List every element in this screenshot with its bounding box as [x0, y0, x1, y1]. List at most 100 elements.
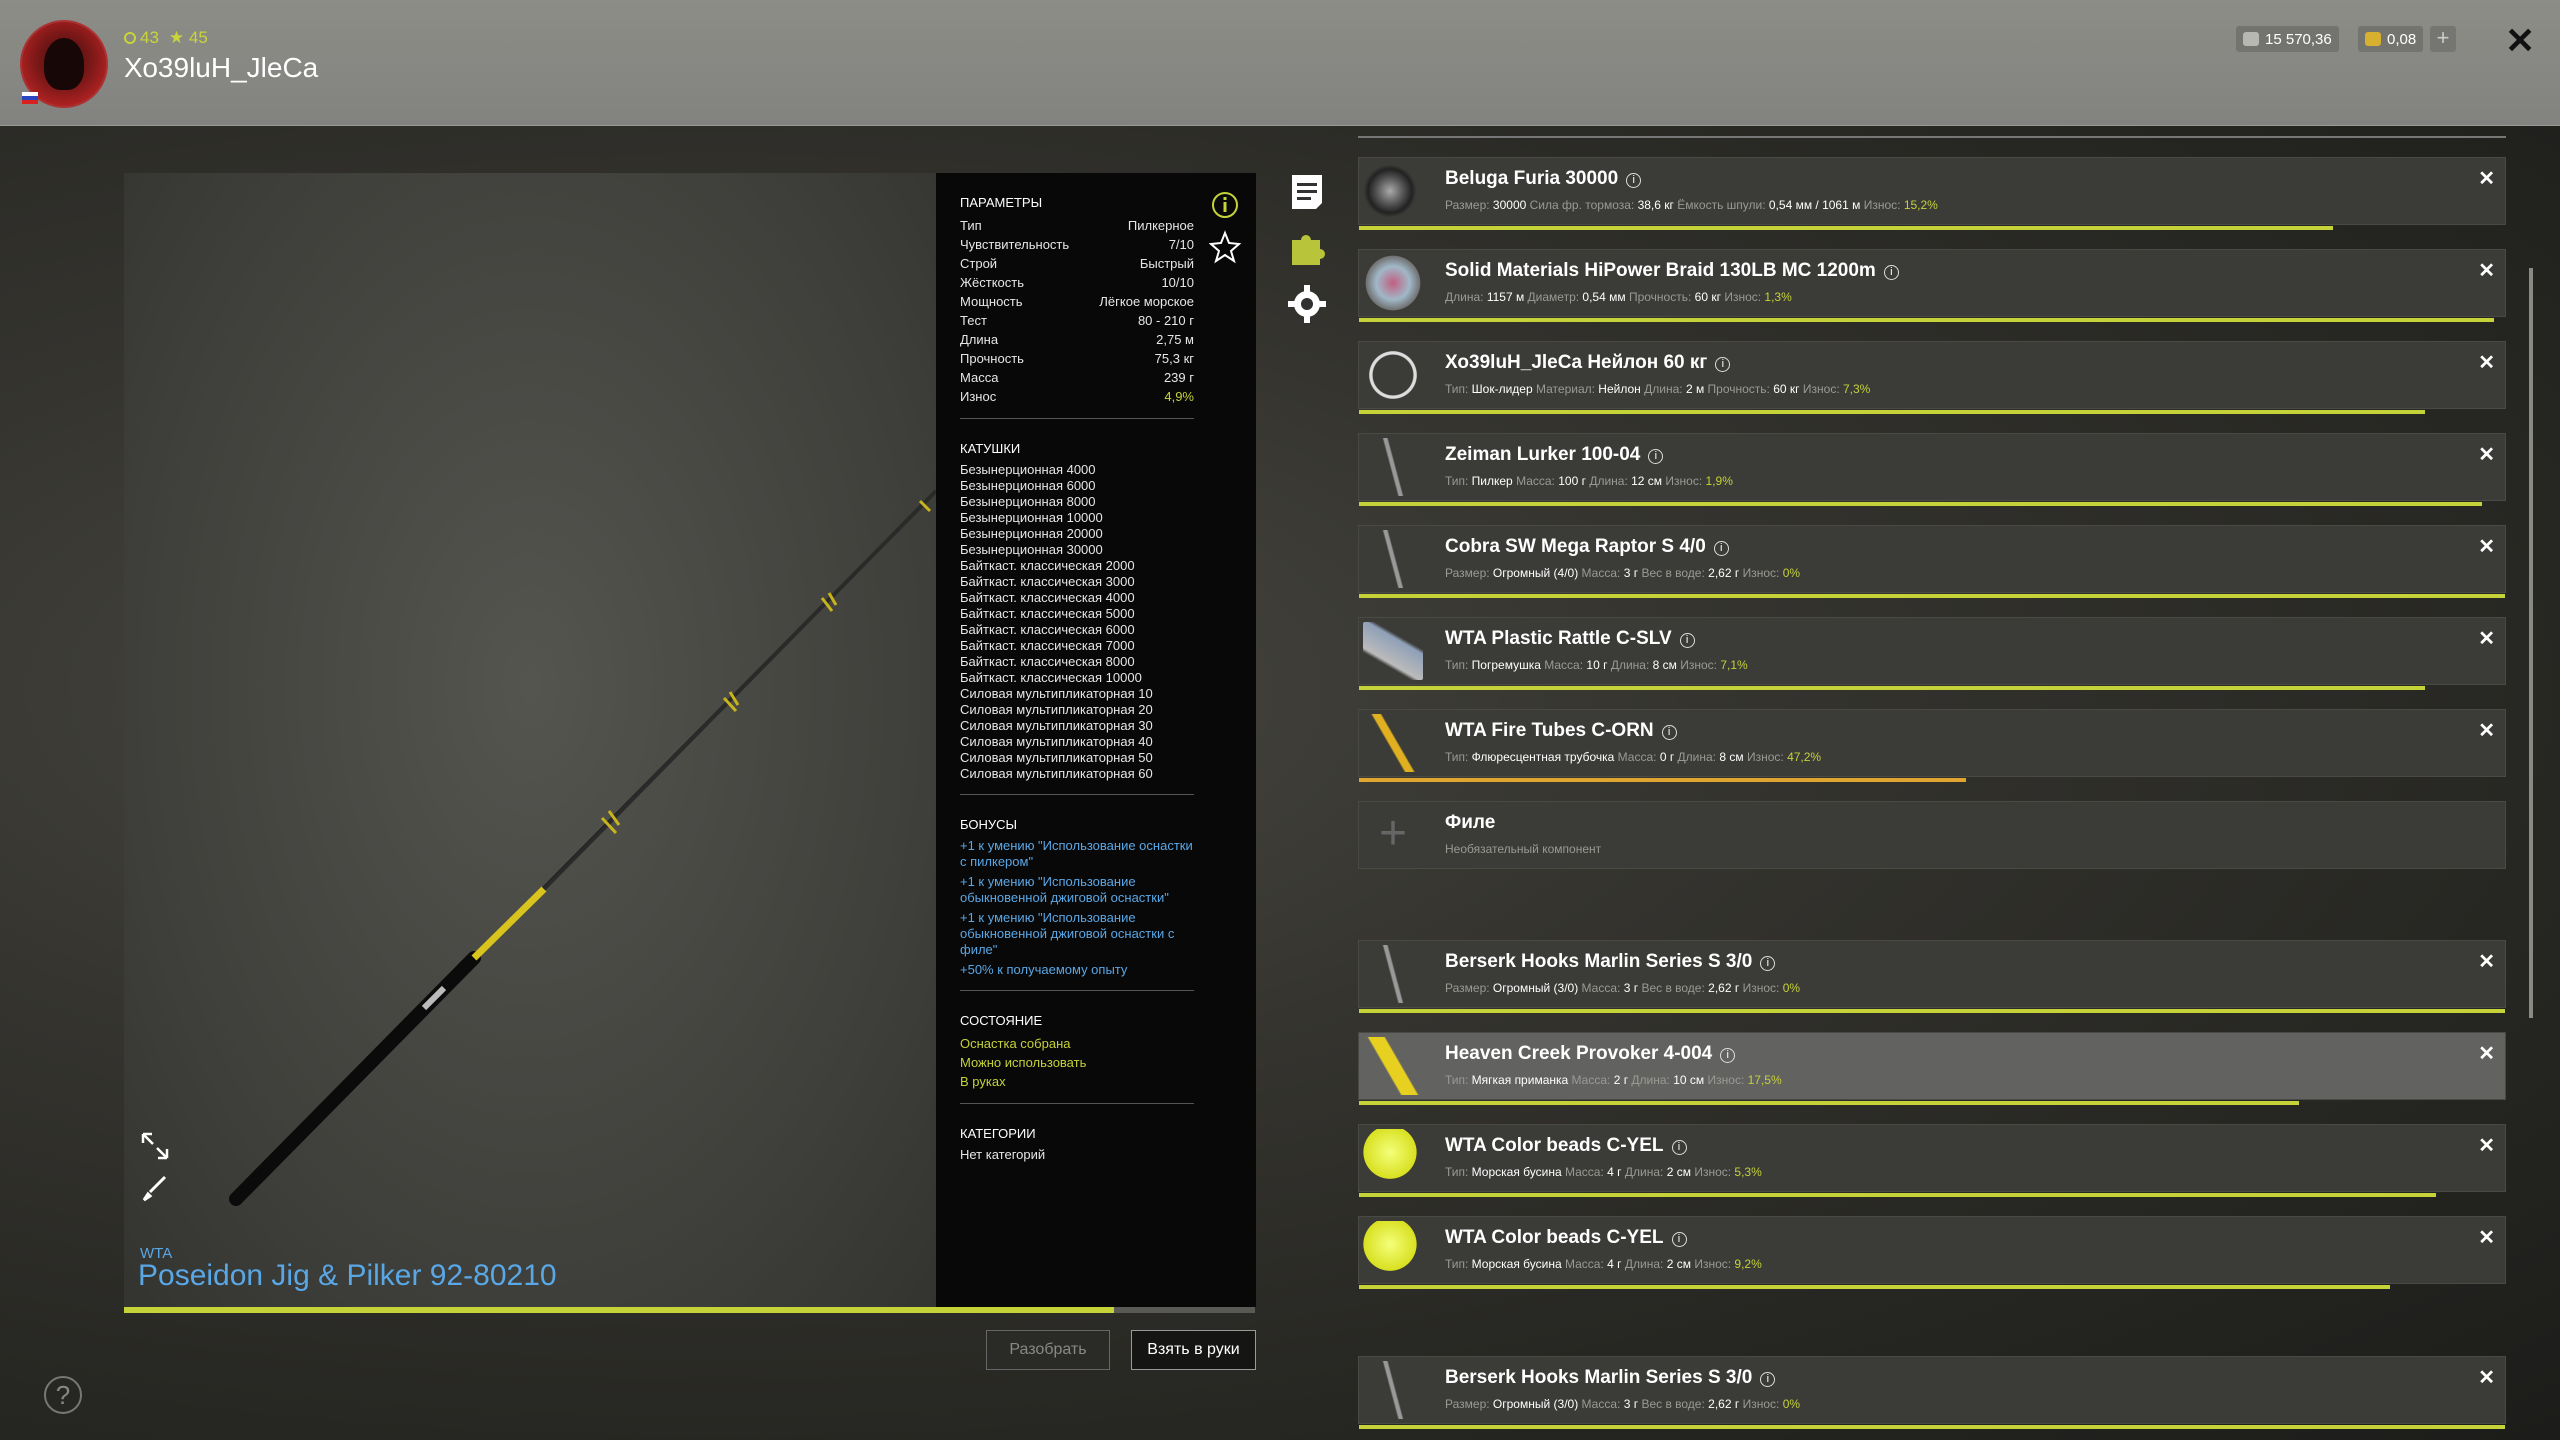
param-row: Износ 4,9% [960, 387, 1194, 406]
detail-label: Длина: [1631, 1073, 1674, 1087]
tackle-info-icon[interactable]: i [1671, 1232, 1687, 1247]
settings-gear-icon[interactable] [1287, 284, 1327, 324]
detail-value: 30000 [1492, 198, 1527, 212]
tackle-info-icon[interactable]: i [1715, 357, 1731, 372]
detail-label: Вес в воде: [1641, 981, 1709, 995]
detail-value: 2 м [1685, 382, 1705, 396]
reel-item: Безынерционная 8000 [960, 494, 1096, 509]
remove-item-button[interactable]: ✕ [2478, 350, 2495, 375]
tackle-slot[interactable]: + Филе Необязательный компонент [1358, 801, 2506, 869]
tackle-slot[interactable]: Cobra SW Mega Raptor S 4/0 i Размер: Огром… [1358, 525, 2506, 598]
tackle-name: Cobra SW Mega Raptor S 4/0 i [1445, 536, 1729, 558]
tackle-slot[interactable]: Heaven Creek Provoker 4-004 i Тип: Мягкая … [1358, 1032, 2506, 1105]
tackle-name-text: WTA Plastic Rattle C-SLV [1445, 628, 1672, 649]
divider [960, 794, 1194, 795]
remove-item-button[interactable]: ✕ [2478, 534, 2495, 559]
wear-bar [1359, 410, 2425, 414]
detail-label: Износ: [1680, 658, 1721, 672]
rod-viewer[interactable]: WTA Poseidon Jig & Pilker 92-80210 [124, 173, 936, 1310]
tackle-info-icon[interactable]: i [1671, 1140, 1687, 1155]
categories-value: Нет категорий [960, 1147, 1046, 1162]
remove-item-button[interactable]: ✕ [2478, 1041, 2495, 1066]
tackle-name-text: Heaven Creek Provoker 4-004 [1445, 1043, 1713, 1064]
detail-label: Масса: [1516, 474, 1559, 488]
remove-item-button[interactable]: ✕ [2478, 1133, 2495, 1158]
remove-item-button[interactable]: ✕ [2478, 258, 2495, 283]
remove-item-button[interactable]: ✕ [2478, 442, 2495, 467]
expand-icon[interactable] [140, 1131, 170, 1161]
remove-item-button[interactable]: ✕ [2478, 718, 2495, 743]
detail-value: 1,3% [1764, 290, 1792, 304]
scrollbar[interactable] [2529, 268, 2533, 1018]
disassemble-button[interactable]: Разобрать [986, 1330, 1110, 1370]
bead-thumbnail-icon [1363, 1129, 1423, 1187]
reel-item: Байткаст. классическая 3000 [960, 574, 1135, 589]
detail-value: 38,6 кг [1637, 198, 1674, 212]
detail-value: 2 г [1613, 1073, 1629, 1087]
detail-value: Погремушка [1471, 658, 1541, 672]
tackle-slot[interactable]: WTA Fire Tubes C-ORN i Тип: Флюресцентная … [1358, 709, 2506, 782]
tackle-slot[interactable]: WTA Color beads C-YEL i Тип: Морская бусин… [1358, 1216, 2506, 1289]
brush-icon[interactable] [140, 1173, 170, 1203]
wear-bar [1359, 1009, 2505, 1013]
help-button[interactable]: ? [44, 1376, 82, 1414]
tackle-info-icon[interactable]: i [1626, 173, 1642, 188]
param-row: Длина 2,75 м [960, 330, 1194, 349]
param-row: Мощность Лёгкое морское [960, 292, 1194, 311]
tackle-slot[interactable]: Zeiman Lurker 100-04 i Тип: Пилкер Масса: … [1358, 433, 2506, 506]
tackle-info-icon[interactable]: i [1661, 725, 1677, 740]
tackle-info-icon[interactable]: i [1679, 633, 1695, 648]
tackle-details: Тип: Флюресцентная трубочка Масса: 0 г Д… [1445, 750, 1821, 764]
add-currency-button[interactable]: + [2430, 26, 2456, 52]
tackle-slot[interactable]: Berserk Hooks Marlin Series S 3/0 i Размер… [1358, 940, 2506, 1013]
detail-label: Тип: [1445, 474, 1472, 488]
tackle-name-text: WTA Color beads C-YEL [1445, 1135, 1664, 1156]
tackle-slot[interactable]: Хо39luН_JleCa Нейлон 60 кг i Тип: Шок-лиде… [1358, 341, 2506, 414]
gold-balance[interactable]: 0,08 [2358, 26, 2424, 52]
detail-label: Износ: [1742, 566, 1783, 580]
tackle-info-icon[interactable]: i [1760, 956, 1776, 971]
info-icon[interactable] [1210, 190, 1240, 220]
remove-item-button[interactable]: ✕ [2478, 949, 2495, 974]
detail-value: 4 г [1607, 1165, 1622, 1179]
remove-item-button[interactable]: ✕ [2478, 1225, 2495, 1250]
tackle-info-icon[interactable]: i [1720, 1048, 1736, 1063]
tackle-slot[interactable]: WTA Plastic Rattle C-SLV i Тип: Погремушка… [1358, 617, 2506, 690]
favorite-star-icon[interactable] [1208, 230, 1242, 264]
tackle-slot[interactable]: WTA Color beads C-YEL i Тип: Морская бусин… [1358, 1124, 2506, 1197]
remove-item-button[interactable]: ✕ [2478, 166, 2495, 191]
silver-balance[interactable]: 15 570,36 [2236, 26, 2339, 52]
param-row: Прочность 75,3 кг [960, 349, 1194, 368]
detail-label: Сила фр. тормоза: [1529, 198, 1638, 212]
empty-thumbnail-icon: + [1363, 806, 1423, 864]
detail-label: Масса: [1581, 1397, 1624, 1411]
take-in-hands-button[interactable]: Взять в руки [1131, 1330, 1256, 1370]
rod-progress-bar [124, 1307, 1255, 1313]
tackle-slot[interactable]: Beluga Furia 30000 i Размер: 30000 Сила фр… [1358, 157, 2506, 230]
param-value: 2,75 м [1156, 332, 1194, 347]
detail-label: Масса: [1544, 658, 1587, 672]
tackle-info-icon[interactable]: i [1760, 1372, 1776, 1387]
level-icon [124, 32, 136, 44]
detail-value: 0% [1782, 981, 1801, 995]
notes-icon[interactable] [1287, 172, 1327, 212]
puzzle-icon[interactable] [1287, 228, 1327, 268]
tackle-info-icon[interactable]: i [1713, 541, 1729, 556]
wear-bar [1359, 1193, 2437, 1197]
remove-item-button[interactable]: ✕ [2478, 626, 2495, 651]
tackle-details: Размер: Огромный (3/0) Масса: 3 г Вес в … [1445, 981, 1800, 995]
param-row: Тест 80 - 210 г [960, 311, 1194, 330]
close-button[interactable]: ✕ [2505, 20, 2535, 62]
remove-item-button[interactable]: ✕ [2478, 1365, 2495, 1390]
hook-thumbnail-icon [1363, 1361, 1423, 1419]
tackle-slot[interactable]: Berserk Hooks Marlin Series S 3/0 i Размер… [1358, 1356, 2506, 1429]
tackle-info-icon[interactable]: i [1883, 265, 1899, 280]
tackle-slot[interactable]: Solid Materials HiPower Braid 130LB MC 1… [1358, 249, 2506, 322]
tackle-details: Длина: 1157 м Диаметр: 0,54 мм Прочность… [1445, 290, 1792, 304]
tackle-info-icon[interactable]: i [1648, 449, 1664, 464]
detail-value: Морская бусина [1471, 1257, 1562, 1271]
tackle-name: Хо39luН_JleCa Нейлон 60 кг i [1445, 352, 1731, 374]
top-bar: 43 ★ 45 Хо39luН_JleCa 15 570,36 0,08 + ✕ [0, 0, 2560, 126]
detail-value: Огромный (3/0) [1492, 1397, 1579, 1411]
reel-item: Байткаст. классическая 2000 [960, 558, 1135, 573]
